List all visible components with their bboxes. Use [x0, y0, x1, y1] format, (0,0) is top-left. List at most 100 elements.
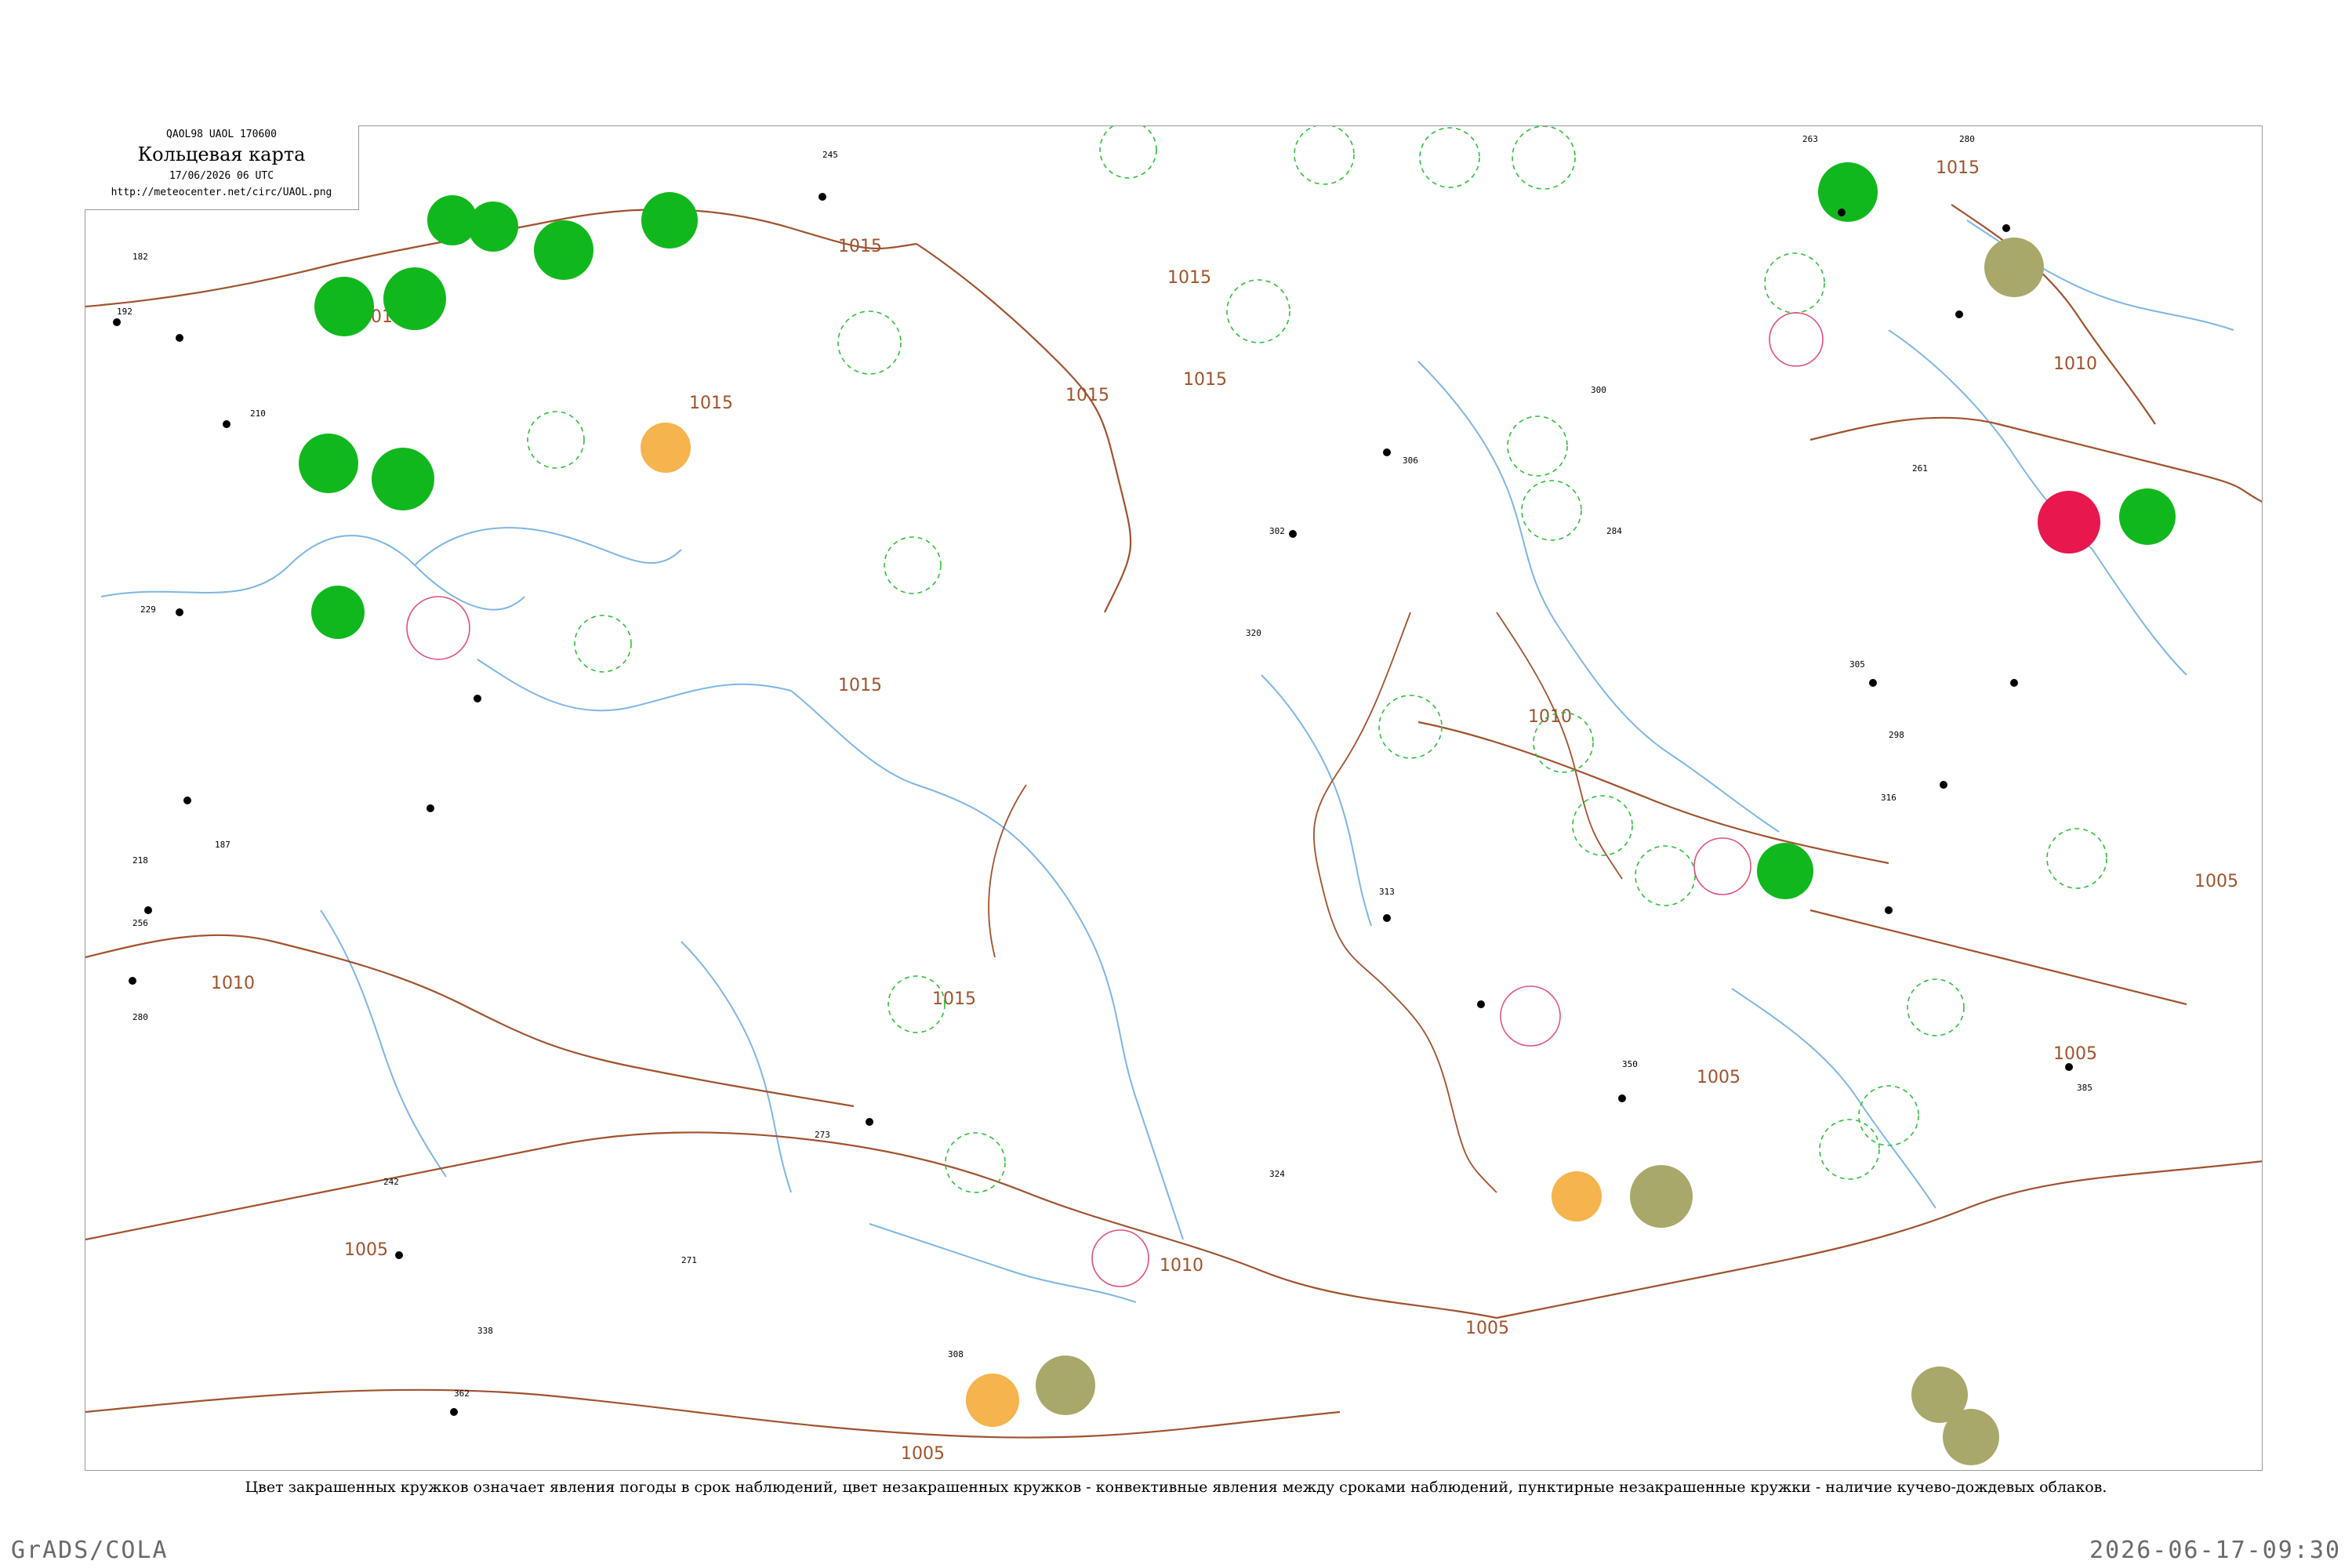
- station-dot[interactable]: [426, 804, 434, 812]
- convective-ring[interactable]: [1693, 837, 1751, 895]
- haze-circle[interactable]: [1943, 1409, 1999, 1465]
- weather-map[interactable]: 1015 1015 1015 1015 1015 1015 1015 1010 …: [85, 126, 2263, 1471]
- convective-ring[interactable]: [1500, 985, 1561, 1047]
- station-code: 305: [1849, 659, 1865, 670]
- cb-cloud-circle[interactable]: [884, 536, 942, 594]
- rain-circle[interactable]: [311, 586, 365, 639]
- cb-cloud-circle[interactable]: [527, 411, 585, 469]
- isobar-labels: 1015 1015 1015 1015 1015 1015 1015 1010 …: [211, 158, 2238, 1464]
- rain-circle[interactable]: [641, 192, 698, 249]
- station-dot[interactable]: [176, 334, 183, 342]
- cb-cloud-circle[interactable]: [1819, 1119, 1880, 1180]
- station-dot[interactable]: [395, 1251, 403, 1259]
- station-dot[interactable]: [113, 318, 121, 326]
- station-dot[interactable]: [183, 797, 191, 804]
- cb-cloud-circle[interactable]: [1378, 695, 1443, 759]
- thunder-circle[interactable]: [2038, 491, 2100, 554]
- station-code: 271: [681, 1255, 697, 1265]
- rain-circle[interactable]: [383, 267, 446, 330]
- convective-ring[interactable]: [406, 596, 470, 660]
- station-dot[interactable]: [1869, 679, 1877, 687]
- cb-cloud-circle[interactable]: [1907, 978, 1965, 1036]
- station-dot[interactable]: [223, 420, 230, 428]
- station-dot[interactable]: [818, 193, 826, 201]
- dust-circle[interactable]: [641, 423, 691, 473]
- rain-circle[interactable]: [2119, 488, 2176, 545]
- station-code: 316: [1881, 793, 1896, 803]
- haze-circle[interactable]: [1036, 1356, 1095, 1415]
- station-dot[interactable]: [1289, 530, 1297, 538]
- station-dot[interactable]: [1940, 781, 1947, 789]
- cb-cloud-circle[interactable]: [1507, 416, 1568, 477]
- isobar-label: 1010: [211, 974, 255, 993]
- river: [681, 941, 792, 1193]
- station-dot[interactable]: [1885, 906, 1893, 914]
- station-code: 338: [477, 1326, 493, 1336]
- isobars: [85, 204, 2262, 1439]
- cb-cloud-circle[interactable]: [2046, 828, 2107, 889]
- cb-cloud-circle[interactable]: [1099, 126, 1157, 179]
- station-dot[interactable]: [1477, 1000, 1485, 1008]
- station-marks: [113, 193, 2073, 1416]
- cb-cloud-circle[interactable]: [1419, 127, 1480, 188]
- rain-circle[interactable]: [372, 448, 434, 510]
- isobar-label: 1010: [1160, 1256, 1203, 1276]
- station-dot[interactable]: [129, 977, 136, 985]
- map-url[interactable]: http://meteocenter.net/circ/UAOL.png: [85, 187, 358, 198]
- station-dot[interactable]: [1383, 448, 1391, 456]
- station-dot[interactable]: [1955, 310, 1963, 318]
- station-code: 245: [822, 150, 838, 160]
- cb-cloud-circle[interactable]: [1521, 480, 1582, 541]
- footer-credit: GrADS/COLA: [11, 1537, 169, 1564]
- cb-cloud-circle[interactable]: [1226, 279, 1290, 343]
- cb-cloud-circle[interactable]: [574, 615, 632, 673]
- cb-cloud-circle[interactable]: [1572, 795, 1633, 856]
- station-dot[interactable]: [1383, 914, 1391, 922]
- station-dot[interactable]: [866, 1118, 873, 1126]
- convective-ring[interactable]: [1769, 312, 1824, 367]
- haze-circle[interactable]: [1630, 1165, 1693, 1228]
- map-frame: 1015 1015 1015 1015 1015 1015 1015 1010 …: [85, 125, 2263, 1471]
- station-dot[interactable]: [474, 695, 481, 702]
- dust-circle[interactable]: [1552, 1171, 1602, 1221]
- cb-cloud-circle[interactable]: [1294, 126, 1355, 185]
- haze-circle[interactable]: [1984, 238, 2044, 297]
- isobar-label: 1015: [838, 237, 882, 256]
- station-code: 298: [1889, 730, 1904, 740]
- station-dot[interactable]: [2010, 679, 2018, 687]
- isobar-line: [1809, 909, 2187, 1006]
- cb-cloud-circle[interactable]: [1858, 1085, 1919, 1146]
- station-dot[interactable]: [176, 608, 183, 616]
- station-code: 308: [948, 1349, 964, 1359]
- rain-circle[interactable]: [1818, 162, 1878, 222]
- isobar-label: 1015: [1167, 268, 1211, 288]
- cb-cloud-circle[interactable]: [1635, 845, 1696, 906]
- station-dot[interactable]: [2065, 1063, 2073, 1071]
- station-dot[interactable]: [1618, 1094, 1626, 1102]
- station-dot[interactable]: [144, 906, 152, 914]
- rain-circle[interactable]: [314, 277, 374, 336]
- cb-ring[interactable]: [1091, 1229, 1149, 1287]
- station-dot[interactable]: [450, 1408, 458, 1416]
- isobar-label: 1005: [1465, 1319, 1509, 1338]
- station-code: 362: [454, 1388, 470, 1399]
- station-dot[interactable]: [2002, 224, 2010, 232]
- isobar-line: [85, 1388, 1341, 1439]
- rain-circle[interactable]: [534, 220, 593, 280]
- dust-circle[interactable]: [966, 1374, 1019, 1427]
- cb-cloud-circle[interactable]: [945, 1132, 1006, 1193]
- station-dot[interactable]: [1838, 209, 1846, 216]
- station-code: 273: [815, 1130, 830, 1140]
- station-code: 280: [132, 1012, 148, 1022]
- cb-cloud-circle[interactable]: [837, 310, 902, 375]
- river: [1261, 674, 1372, 927]
- cb-cloud-circle[interactable]: [1764, 252, 1825, 314]
- rain-circle[interactable]: [1757, 843, 1813, 899]
- cb-cloud-circle[interactable]: [1512, 126, 1576, 190]
- rain-circle[interactable]: [427, 195, 477, 245]
- station-code: 263: [1802, 134, 1818, 144]
- station-code: 302: [1269, 526, 1285, 536]
- isobar-label: 1015: [1065, 386, 1109, 405]
- rain-circle[interactable]: [299, 434, 358, 493]
- station-code: 229: [140, 604, 156, 615]
